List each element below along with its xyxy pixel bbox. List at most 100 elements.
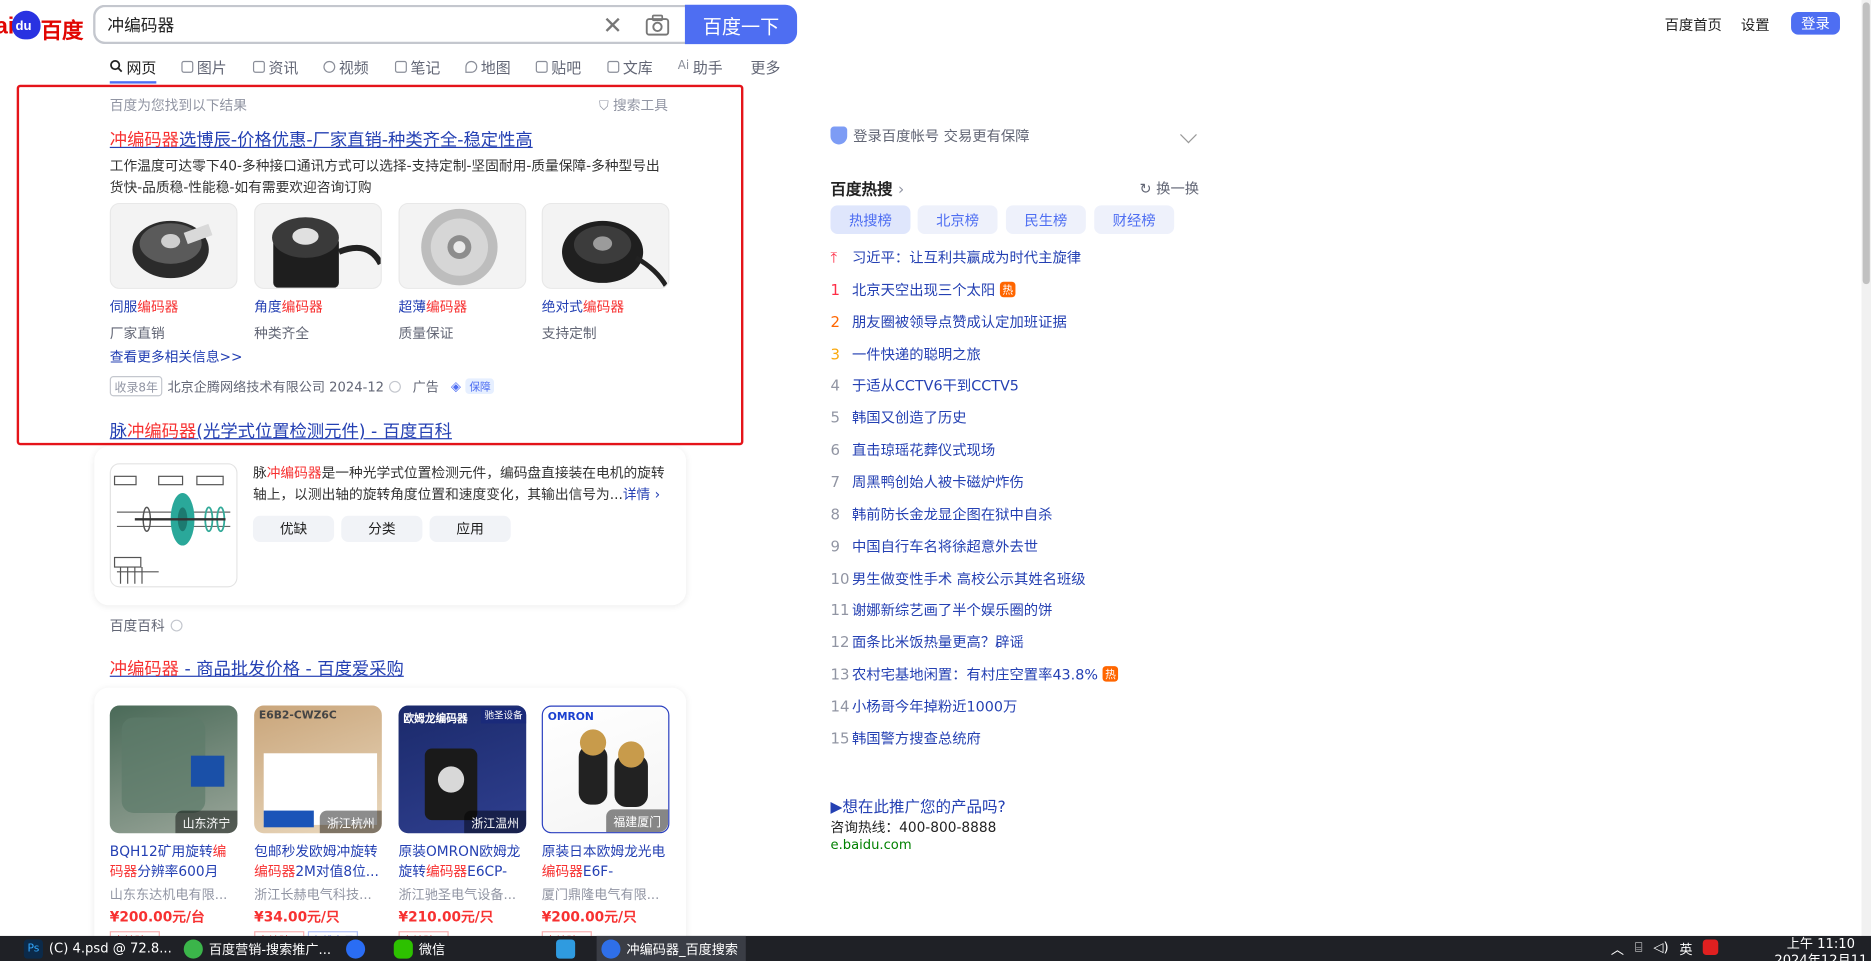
encoder-diagram-image[interactable] <box>109 463 238 588</box>
baidu-logo[interactable]: ai du 百度 <box>0 7 84 43</box>
product-company[interactable]: 浙江长赫电气科技... <box>254 885 382 904</box>
baike-pill-category[interactable]: 分类 <box>341 515 423 542</box>
product-company[interactable]: 厦门鼎隆电气有限... <box>542 885 670 904</box>
login-tip[interactable]: 登录百度帐号 交易更有保障 <box>830 125 1030 145</box>
taskbar-baidu-search[interactable]: 冲编码器_百度搜索 <box>596 935 746 961</box>
hot-search-item[interactable]: 1 北京天空出现三个太阳热 <box>830 279 1016 299</box>
product-image[interactable]: 山东济宁 <box>109 705 238 834</box>
chevron-down-icon[interactable] <box>1180 126 1197 144</box>
hot-search-item[interactable]: 3 一件快递的聪明之旅 <box>830 343 980 363</box>
product-image[interactable]: 欧姆龙编码器 驰圣设备 浙江温州 <box>398 705 527 834</box>
details-link[interactable]: 详情 › <box>623 486 660 503</box>
hot-search-item[interactable]: ⤒ 习近平：让互利共赢成为时代主旋律 <box>830 247 1081 267</box>
tab-tieba[interactable]: 贴吧 <box>535 55 581 78</box>
clock[interactable]: 上午 11:10 2024年12月11日 星期三 <box>1771 936 1871 961</box>
tab-more[interactable]: 更多 <box>751 55 781 78</box>
aicaigou-product[interactable]: E6B2-CWZ6C 浙江杭州包邮秒发欧姆冲旋转编码器2M对值8位... 浙江长赫电… <box>254 705 382 950</box>
image-ribbon: 驰圣设备 <box>480 707 527 724</box>
tab-news[interactable]: 资讯 <box>252 55 298 78</box>
hot-rank: 1 <box>830 280 840 299</box>
settings-link[interactable]: 设置 <box>1741 14 1770 34</box>
image-overlay-text: 欧姆龙编码器 <box>403 713 468 726</box>
hot-search-item[interactable]: 14 小杨哥今年掉粉近1000万 <box>830 696 1017 716</box>
info-icon[interactable] <box>170 619 183 632</box>
baidu-home-link[interactable]: 百度首页 <box>1665 14 1722 34</box>
hot-tab-beijing[interactable]: 北京榜 <box>917 205 998 234</box>
hot-search-item[interactable]: 2 朋友圈被领导点赞成认定加班证据 <box>830 311 1066 331</box>
hot-search-title[interactable]: 百度热搜 › <box>830 177 904 199</box>
aicaigou-result-title[interactable]: 冲编码器 - 商品批发价格 - 百度爱采购 <box>110 655 404 680</box>
tab-video[interactable]: 视频 <box>323 55 369 78</box>
promo-url[interactable]: e.baidu.com <box>830 837 911 853</box>
browser-icon <box>601 938 621 959</box>
hot-search-item[interactable]: 6 直击琼瑶花葬仪式现场 <box>830 439 995 459</box>
taskbar-gallery[interactable] <box>551 936 576 961</box>
title-highlight: 冲编码器 <box>127 422 197 442</box>
tab-label: 图片 <box>196 58 227 77</box>
product-company[interactable]: 浙江驰圣电气设备... <box>399 885 527 904</box>
tab-map[interactable]: 地图 <box>465 55 511 78</box>
product-title[interactable]: 包邮秒发欧姆冲旋转编码器2M对值8位... <box>254 842 382 883</box>
image-viewer-icon <box>556 938 576 959</box>
taskbar-photoshop[interactable]: Ps (C) 4.psd @ 72.8... <box>19 936 172 961</box>
source-label[interactable]: 百度百科 <box>110 616 165 635</box>
baike-pill-pros-cons[interactable]: 优缺 <box>252 515 335 542</box>
hot-search-item[interactable]: 8 韩前防长金龙显企图在狱中自杀 <box>830 504 1052 524</box>
baike-result-title[interactable]: 脉冲编码器(光学式位置检测元件) - 百度百科 <box>110 418 452 443</box>
doc-icon <box>607 60 620 73</box>
clear-icon[interactable]: ✕ <box>603 12 623 38</box>
camera-icon[interactable] <box>645 14 670 36</box>
input-language[interactable]: 英 <box>1679 940 1692 959</box>
hot-rank: 9 <box>830 536 840 555</box>
search-button[interactable]: 百度一下 <box>684 4 798 45</box>
tab-web[interactable]: 网页 <box>109 55 157 84</box>
scrollbar-thumb[interactable] <box>1862 2 1870 285</box>
taskbar-app[interactable] <box>341 936 366 961</box>
taskbar-wechat[interactable]: 微信 <box>389 936 445 961</box>
hot-search-text: 韩前防长金龙显企图在狱中自杀 <box>851 505 1053 523</box>
tab-notes[interactable]: 笔记 <box>394 55 440 78</box>
aicaigou-product[interactable]: 欧姆龙编码器驰圣设备浙江温州原装OMRON欧姆龙旋转编码器E6CP-AG5...… <box>398 705 527 950</box>
volume-icon[interactable]: ◁) <box>1653 940 1668 959</box>
image-overlay-text: OMRON <box>547 711 594 724</box>
tab-wenku[interactable]: 文库 <box>607 55 653 78</box>
product-title[interactable]: 原装OMRON欧姆龙旋转编码器E6CP-AG5... <box>399 842 527 883</box>
product-image[interactable]: OMRON 福建厦门 <box>541 705 670 834</box>
product-company[interactable]: 山东东达机电有限... <box>110 885 238 904</box>
product-image[interactable]: E6B2-CWZ6C 浙江杭州 <box>254 705 382 834</box>
refresh-button[interactable]: ↻ 换一换 <box>1140 178 1200 198</box>
hot-tab-livelihood[interactable]: 民生榜 <box>1005 205 1086 234</box>
hot-badge: 热 <box>999 281 1016 298</box>
hot-search-item[interactable]: 13 农村宅基地闲置：有村庄空置率43.8% 热 <box>830 664 1119 684</box>
image-overlay-text: E6B2-CWZ6C <box>258 710 337 723</box>
search-input[interactable] <box>107 13 585 38</box>
logo-paw-text: du <box>15 19 32 34</box>
tab-images[interactable]: 图片 <box>181 55 227 78</box>
aicaigou-product[interactable]: OMRON 福建厦门原装日本欧姆龙光电编码器E6F-CWZ1X... 厦门鼎隆电气有… <box>541 705 670 950</box>
network-icon[interactable]: ⌸ <box>1635 940 1643 959</box>
login-button[interactable]: 登录 <box>1791 11 1840 35</box>
promo-link[interactable]: ▶想在此推广您的产品吗? <box>830 794 1005 817</box>
hot-search-item[interactable]: 9 中国自行车名将徐超意外去世 <box>830 536 1038 556</box>
promo-hotline: 咨询热线：400-800-8888 <box>830 818 997 836</box>
product-title[interactable]: 原装日本欧姆龙光电编码器E6F-CWZ1X... <box>542 842 670 883</box>
hot-search-item[interactable]: 15 韩国警方搜查总统府 <box>830 728 980 748</box>
title-text: (光学式位置检测元件) - 百度百科 <box>196 422 452 442</box>
hot-search-item[interactable]: 5 韩国又创造了历史 <box>830 407 966 427</box>
aicaigou-product[interactable]: 山东济宁 BQH12矿用旋转编码器分辨率600月永... 山东东达机电有限... ¥2… <box>109 705 238 950</box>
hot-tab-hotsearch[interactable]: 热搜榜 <box>830 205 911 234</box>
hot-search-item[interactable]: 7 周黑鸭创始人被卡磁炉炸伤 <box>830 471 1023 491</box>
hot-tab-finance[interactable]: 财经榜 <box>1094 205 1175 234</box>
chevron-up-icon[interactable]: ︿ <box>1611 940 1624 959</box>
product-title[interactable]: BQH12矿用旋转编码器分辨率600月永... <box>110 842 238 883</box>
ime-icon[interactable] <box>1703 939 1719 956</box>
taskbar-browser-baidu-ads[interactable]: 百度营销-搜索推广... <box>179 936 331 961</box>
tab-assistant[interactable]: Ai 助手 <box>678 55 723 78</box>
hot-search-item[interactable]: 10 男生做变性手术 高校公示其姓名班级 <box>830 568 1085 588</box>
hot-search-item[interactable]: 12 面条比米饭热量更高？辟谣 <box>830 632 1023 652</box>
hot-search-item[interactable]: 11 谢娜新综艺画了半个娱乐圈的饼 <box>830 600 1052 620</box>
hot-search-text: 男生做变性手术 高校公示其姓名班级 <box>851 570 1086 587</box>
product-price: ¥200.00元/只 <box>541 908 637 926</box>
baike-pill-application[interactable]: 应用 <box>429 515 511 542</box>
hot-search-item[interactable]: 4 于适从CCTV6干到CCTV5 <box>830 375 1018 395</box>
